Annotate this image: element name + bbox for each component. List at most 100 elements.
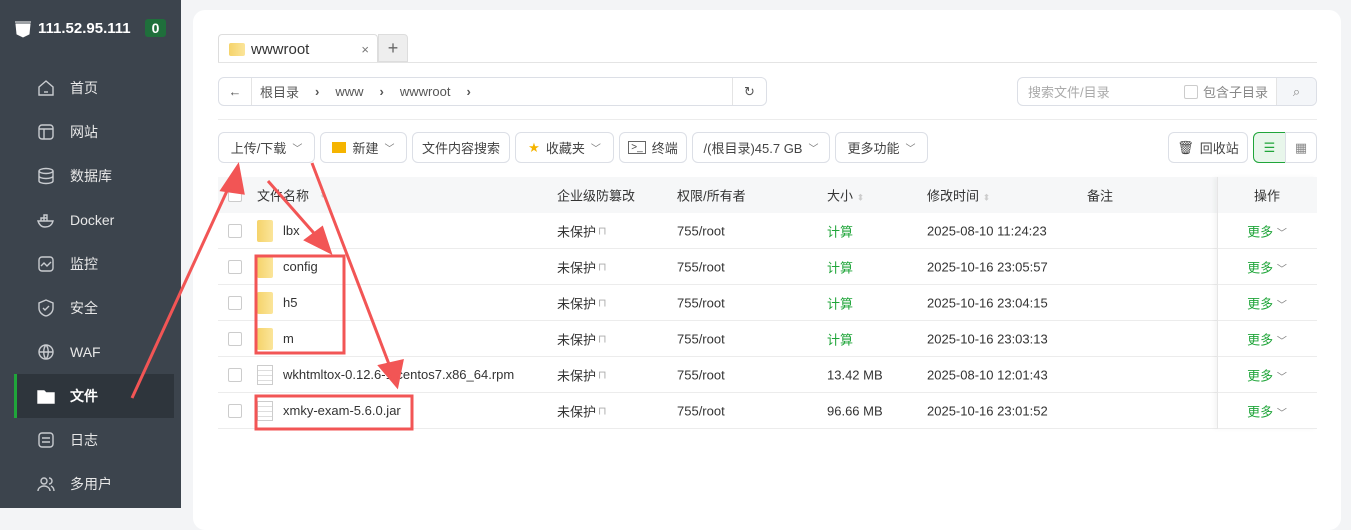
add-tab-button[interactable]: + xyxy=(378,34,408,62)
terminal-icon: >_ xyxy=(628,141,646,154)
sidebar-item-log[interactable]: 日志 xyxy=(14,418,174,462)
new-button[interactable]: 新建 ﹀ xyxy=(320,132,407,163)
upload-download-button[interactable]: 上传/下载 ﹀ xyxy=(218,132,315,163)
folder-icon xyxy=(229,42,245,56)
sidebar-item-users[interactable]: 多用户 xyxy=(14,462,174,506)
file-size[interactable]: 计算 xyxy=(827,221,853,240)
server-logo-icon xyxy=(15,21,31,38)
file-icon xyxy=(257,400,273,421)
file-name[interactable]: h5 xyxy=(257,291,297,314)
header-protect: 企业级防篡改 xyxy=(557,188,636,204)
table-row[interactable]: h5 未保护 ⊓ 755/root 计算 2025-10-16 23:04:15 … xyxy=(218,285,1317,321)
trash-icon: 🗑 xyxy=(1177,139,1194,155)
new-folder-icon xyxy=(332,142,347,153)
unlock-icon: ⊓ xyxy=(598,261,607,273)
file-name[interactable]: m xyxy=(257,327,294,350)
terminal-button[interactable]: >_ 终端 xyxy=(619,132,687,163)
unlock-icon: ⊓ xyxy=(598,297,607,309)
sidebar-item-website[interactable]: 网站 xyxy=(14,110,174,154)
unlock-icon: ⊓ xyxy=(598,369,607,381)
table-row[interactable]: config 未保护 ⊓ 755/root 计算 2025-10-16 23:05… xyxy=(218,249,1317,285)
sidebar-item-label: 文件 xyxy=(70,388,98,404)
folder-icon xyxy=(257,219,273,242)
refresh-icon[interactable]: ↻ xyxy=(732,78,766,105)
row-checkbox[interactable] xyxy=(228,295,242,310)
permission[interactable]: 755/root xyxy=(677,259,725,274)
path-bar[interactable]: ← 根目录 › www › wwwroot › ↻ xyxy=(218,77,767,106)
favorites-button[interactable]: ★ 收藏夹 ﹀ xyxy=(515,132,614,163)
file-size[interactable]: 计算 xyxy=(827,293,853,312)
permission[interactable]: 755/root xyxy=(677,295,725,310)
protect-status[interactable]: 未保护 ⊓ xyxy=(557,329,607,348)
protect-status[interactable]: 未保护 ⊓ xyxy=(557,221,607,240)
table-header: 文件名称 ⬍ 企业级防篡改 权限/所有者 大小 ⬍ 修改时间 ⬍ 备注 操作 xyxy=(218,177,1317,213)
table-row[interactable]: wkhtmltox-0.12.6-1.centos7.x86_64.rpm 未保… xyxy=(218,357,1317,393)
content-search-button[interactable]: 文件内容搜索 xyxy=(412,132,510,163)
folder-icon xyxy=(257,291,273,314)
sidebar-item-shield[interactable]: 安全 xyxy=(14,286,174,330)
row-checkbox[interactable] xyxy=(228,403,242,418)
protect-status[interactable]: 未保护 ⊓ xyxy=(557,365,607,384)
file-icon xyxy=(257,364,273,385)
row-checkbox[interactable] xyxy=(228,367,242,382)
file-name[interactable]: xmky-exam-5.6.0.jar xyxy=(257,400,401,421)
select-all-checkbox[interactable] xyxy=(228,188,242,202)
sidebar-item-home[interactable]: 首页 xyxy=(14,66,174,110)
modified-time: 2025-10-16 23:04:15 xyxy=(927,295,1048,310)
header-mtime[interactable]: 修改时间 ⬍ xyxy=(927,186,990,205)
sidebar-item-monitor[interactable]: 监控 xyxy=(14,242,174,286)
more-functions-button[interactable]: 更多功能 ﹀ xyxy=(835,132,928,163)
row-checkbox[interactable] xyxy=(228,259,242,274)
search-input[interactable]: 搜索文件/目录 xyxy=(1018,82,1184,101)
sidebar-item-label: 网站 xyxy=(70,124,98,140)
folder-icon xyxy=(257,327,273,350)
sidebar-item-database[interactable]: 数据库 xyxy=(14,154,174,198)
tab-wwwroot[interactable]: wwwroot × xyxy=(218,34,378,63)
row-checkbox[interactable] xyxy=(228,223,242,238)
permission[interactable]: 755/root xyxy=(677,223,725,238)
file-name[interactable]: config xyxy=(257,255,318,278)
sidebar-item-label: 安全 xyxy=(70,300,98,316)
breadcrumb-www[interactable]: www › xyxy=(327,84,392,99)
recycle-bin-button[interactable]: 🗑 回收站 xyxy=(1168,132,1248,163)
protect-status[interactable]: 未保护 ⊓ xyxy=(557,401,607,420)
list-view-icon[interactable]: ☰ xyxy=(1253,132,1286,163)
file-size[interactable]: 计算 xyxy=(827,329,853,348)
table-row[interactable]: xmky-exam-5.6.0.jar 未保护 ⊓ 755/root 96.66 … xyxy=(218,393,1317,429)
close-tab-icon[interactable]: × xyxy=(361,42,369,57)
disk-button[interactable]: /(根目录)45.7 GB ﹀ xyxy=(692,132,830,163)
database-icon xyxy=(38,167,54,185)
protect-status[interactable]: 未保护 ⊓ xyxy=(557,257,607,276)
breadcrumb-wwwroot[interactable]: wwwroot › xyxy=(392,84,479,99)
sidebar-item-folder[interactable]: 文件 xyxy=(14,374,174,418)
row-checkbox[interactable] xyxy=(228,331,242,346)
tab-label: wwwroot xyxy=(251,40,310,58)
sidebar-item-label: 数据库 xyxy=(70,168,112,184)
table-row[interactable]: m 未保护 ⊓ 755/root 计算 2025-10-16 23:03:13 更… xyxy=(218,321,1317,357)
table-row[interactable]: lbx 未保护 ⊓ 755/root 计算 2025-08-10 11:24:23… xyxy=(218,213,1317,249)
sidebar-item-label: 多用户 xyxy=(70,476,112,492)
search-icon[interactable]: ⌕ xyxy=(1276,78,1316,105)
breadcrumb-root[interactable]: 根目录 › xyxy=(252,82,327,101)
grid-view-icon[interactable]: ▦ xyxy=(1285,132,1317,163)
back-arrow-icon[interactable]: ← xyxy=(219,78,252,105)
sidebar-item-waf[interactable]: WAF xyxy=(14,330,174,374)
permission[interactable]: 755/root xyxy=(677,331,725,346)
modified-time: 2025-10-16 23:03:13 xyxy=(927,331,1048,346)
sidebar-item-docker[interactable]: Docker xyxy=(14,198,174,242)
include-subdir-checkbox[interactable]: 包含子目录 xyxy=(1184,82,1268,101)
modified-time: 2025-10-16 23:05:57 xyxy=(927,259,1048,274)
protect-status[interactable]: 未保护 ⊓ xyxy=(557,293,607,312)
alert-count-badge[interactable]: 0 xyxy=(144,19,167,37)
file-name[interactable]: lbx xyxy=(257,219,300,242)
permission[interactable]: 755/root xyxy=(677,403,725,418)
header-size[interactable]: 大小 ⬍ xyxy=(827,186,864,205)
file-name[interactable]: wkhtmltox-0.12.6-1.centos7.x86_64.rpm xyxy=(257,364,514,385)
sidebar-item-label: WAF xyxy=(70,344,101,360)
header-name[interactable]: 文件名称 ⬍ xyxy=(257,186,327,205)
permission[interactable]: 755/root xyxy=(677,367,725,382)
file-size[interactable]: 计算 xyxy=(827,257,853,276)
waf-icon xyxy=(38,344,54,360)
shield-icon xyxy=(38,299,54,317)
file-size: 13.42 MB xyxy=(827,367,883,382)
